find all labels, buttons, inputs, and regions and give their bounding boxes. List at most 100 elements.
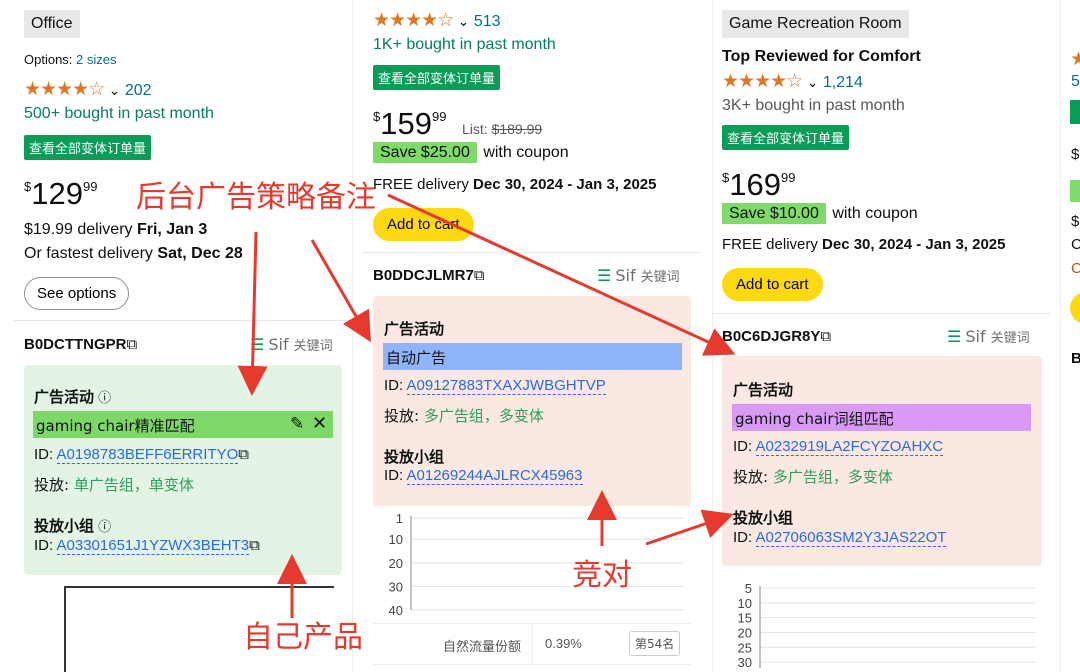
ad-group-id-link[interactable]: A01269244AJLRCX45963: [406, 467, 583, 485]
asin-label: B0DCTTNGPR: [24, 336, 127, 353]
ad-group-heading: 投放小组: [384, 448, 445, 466]
star-rating-icon[interactable]: ★★★★☆: [24, 79, 105, 100]
ad-group-heading: 投放小组: [733, 509, 794, 527]
rating-row[interactable]: ★★★★☆ ⌄ 513: [373, 11, 501, 31]
placement-row: 投放: 单广告组，单变体: [34, 476, 194, 494]
price: $16999: [722, 167, 796, 202]
chevron-down-icon[interactable]: ⌄: [458, 13, 470, 29]
delivery-info: $19.99 delivery Fri, Jan 3: [24, 221, 208, 238]
divider: [712, 313, 1050, 314]
ad-group-id-row: ID: A03301651J1YZWX3BEHT3⧉: [34, 537, 260, 555]
ad-group-id-row: ID: A01269244AJLRCX45963: [384, 467, 583, 485]
y-tick-label: 10: [389, 532, 403, 547]
copy-icon[interactable]: ⧉: [238, 446, 249, 463]
campaign-id-link[interactable]: A0198783BEFF6ERRITYO: [56, 446, 239, 464]
y-tick-label: 1: [396, 511, 403, 526]
help-icon[interactable]: ⓘ: [94, 391, 111, 406]
rank-chart-competitor-2: 51015202530: [738, 581, 1036, 670]
rank-badge: 第54名: [629, 631, 681, 656]
add-to-cart-button[interactable]: Add to cart: [722, 268, 823, 301]
variant-orders-button[interactable]: [1070, 100, 1080, 124]
close-icon[interactable]: ✕: [312, 413, 327, 434]
variant-orders-button[interactable]: 查看全部变体订单量: [722, 125, 850, 150]
annotation-competitor: 竞对: [572, 558, 632, 593]
fastest-delivery: Or fastest delivery Sat, Dec 28: [24, 245, 243, 262]
divider: [362, 252, 700, 253]
bought-count: 1K+ bought in past month: [373, 36, 556, 53]
rating-count-partial[interactable]: 5: [1071, 73, 1080, 91]
copy-icon[interactable]: ⧉: [127, 336, 138, 353]
delivery-info: FREE delivery Dec 30, 2024 - Jan 3, 2025: [722, 236, 1006, 253]
placement-row: 投放: 多广告组，多变体: [733, 468, 893, 486]
variant-orders-button[interactable]: 查看全部变体订单量: [24, 135, 152, 160]
chevron-down-icon[interactable]: ⌄: [807, 74, 819, 90]
ad-activity-heading: 广告活动: [384, 320, 445, 338]
help-icon[interactable]: ⓘ: [94, 520, 111, 535]
placement-row: 投放: 多广告组，多变体: [384, 407, 544, 425]
options-prefix: Options:: [24, 52, 73, 67]
add-to-cart-button[interactable]: Add to cart: [373, 208, 474, 241]
rating-count[interactable]: 1,214: [823, 74, 863, 91]
copy-icon[interactable]: ⧉: [249, 537, 260, 554]
ad-group-id-link[interactable]: A02706063SM2Y3JAS22OT: [755, 529, 947, 547]
campaign-id-row: ID: A0232919LA2FCYZOAHXC: [733, 438, 944, 456]
arrow-to-auto-campaign: [310, 239, 371, 343]
column-divider: [1060, 0, 1061, 672]
delivery-partial: $: [1071, 213, 1080, 230]
y-tick-label: 25: [738, 640, 752, 655]
rating-count[interactable]: 513: [474, 13, 501, 30]
star-rating-icon[interactable]: ★: [1070, 50, 1080, 69]
options-row: Options: 2 sizes: [24, 52, 117, 67]
coupon-row: Save $10.00 with coupon: [722, 203, 918, 224]
asin-label: B0DDCJLMR7: [373, 267, 474, 284]
variant-orders-button[interactable]: 查看全部变体订单量: [373, 65, 501, 90]
chevron-down-icon[interactable]: ⌄: [109, 82, 121, 98]
y-tick-label: 10: [738, 596, 752, 611]
add-to-cart-button[interactable]: [1070, 292, 1080, 324]
edit-icon[interactable]: ✎: [290, 414, 304, 434]
coupon-row: Save $25.00 with coupon: [373, 142, 569, 163]
sif-keyword-button[interactable]: ☰ Sif 关键词: [597, 266, 680, 285]
bought-count: 3K+ bought in past month: [722, 97, 905, 114]
column-divider: [352, 0, 353, 672]
list-price: List: $189.99: [462, 121, 543, 137]
rating-count[interactable]: 202: [125, 82, 152, 99]
price: $15999: [373, 106, 447, 141]
sif-keyword-button[interactable]: ☰ Sif 关键词: [250, 335, 333, 354]
campaign-name-tag: gaming chair精准匹配: [33, 411, 333, 438]
menu-icon: ☰: [250, 335, 265, 354]
y-tick-label: 40: [389, 603, 403, 618]
price: $12999: [24, 176, 98, 211]
ad-group-id-link[interactable]: A03301651J1YZWX3BEHT3: [56, 537, 250, 555]
campaign-name-tag: gaming chair词组匹配: [732, 404, 1031, 431]
delivery-info: FREE delivery Dec 30, 2024 - Jan 3, 2025: [373, 176, 657, 193]
star-rating-icon[interactable]: ★★★★☆: [722, 71, 803, 92]
bought-count: 500+ bought in past month: [24, 105, 214, 122]
category-tag: Office: [24, 10, 80, 38]
star-rating-icon[interactable]: ★★★★☆: [373, 10, 454, 31]
column-divider: [712, 0, 713, 672]
delivery-partial-2: C: [1071, 236, 1080, 253]
y-tick-label: 20: [738, 625, 752, 640]
y-tick-label: 15: [738, 611, 752, 626]
y-tick-label: 5: [745, 581, 752, 596]
y-tick-label: 30: [389, 579, 403, 594]
campaign-name-tag: 自动广告: [383, 343, 682, 370]
see-options-button[interactable]: See options: [24, 277, 130, 310]
campaign-id-row: ID: A09127883TXAXJWBGHTVP: [384, 377, 606, 395]
campaign-id-link[interactable]: A0232919LA2FCYZOAHXC: [755, 438, 944, 456]
options-link[interactable]: 2 sizes: [76, 52, 116, 67]
sif-keyword-button[interactable]: ☰ Sif 关键词: [947, 327, 1030, 346]
ad-group-heading: 投放小组 ⓘ: [34, 517, 112, 535]
ad-group-id-row: ID: A02706063SM2Y3JAS22OT: [733, 529, 947, 547]
campaign-id-link[interactable]: A09127883TXAXJWBGHTVP: [406, 377, 606, 395]
annotation-own-product: 自己产品: [243, 620, 363, 655]
price-partial: $: [1071, 146, 1080, 163]
rating-row[interactable]: ★★★★☆ ⌄ 1,214: [722, 72, 863, 92]
copy-icon[interactable]: ⧉: [474, 267, 485, 284]
y-tick-label: 30: [738, 655, 752, 670]
divider: [14, 320, 352, 321]
delivery-partial-3: C: [1071, 260, 1080, 277]
rating-row[interactable]: ★★★★☆ ⌄ 202: [24, 80, 152, 100]
copy-icon[interactable]: ⧉: [820, 328, 831, 345]
